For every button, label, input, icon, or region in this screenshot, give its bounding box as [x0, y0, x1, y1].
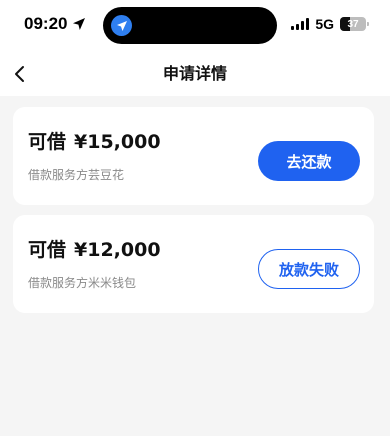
signal-icon [291, 18, 310, 30]
back-button[interactable] [6, 60, 34, 88]
loan-provider: 借款服务方芸豆花 [28, 168, 125, 182]
location-arrow-icon [73, 18, 86, 30]
status-time: 09:20 [24, 14, 86, 34]
send-icon [111, 15, 132, 36]
loan-prefix: 可借 [28, 239, 67, 261]
chevron-left-icon [15, 66, 24, 82]
loan-amount: ¥12,000 [74, 239, 161, 261]
loan-provider: 借款服务方米米钱包 [28, 276, 137, 290]
nav-bar: 申请详情 [0, 52, 390, 96]
loan-amount: ¥15,000 [74, 131, 161, 153]
loan-amount-row: 可借 ¥15,000 [28, 127, 161, 154]
repay-button[interactable]: 去还款 [258, 141, 360, 181]
loan-prefix: 可借 [28, 131, 67, 153]
loan-card: 可借 ¥12,000 借款服务方米米钱包 放款失败 [13, 215, 374, 313]
loan-amount-row: 可借 ¥12,000 [28, 235, 161, 262]
battery-icon: 37 [340, 17, 369, 31]
network-type: 5G [315, 16, 334, 32]
battery-level: 37 [347, 18, 359, 30]
loan-card: 可借 ¥15,000 借款服务方芸豆花 去还款 [13, 107, 374, 205]
status-indicators: 5G 37 [291, 14, 369, 34]
time-text: 09:20 [24, 14, 68, 33]
status-bar: 09:20 5G 37 [0, 0, 390, 52]
battery-cap [367, 22, 369, 26]
disbursement-failed-button[interactable]: 放款失败 [258, 249, 360, 289]
page-title: 申请详情 [162, 64, 227, 83]
dynamic-island [103, 7, 277, 44]
